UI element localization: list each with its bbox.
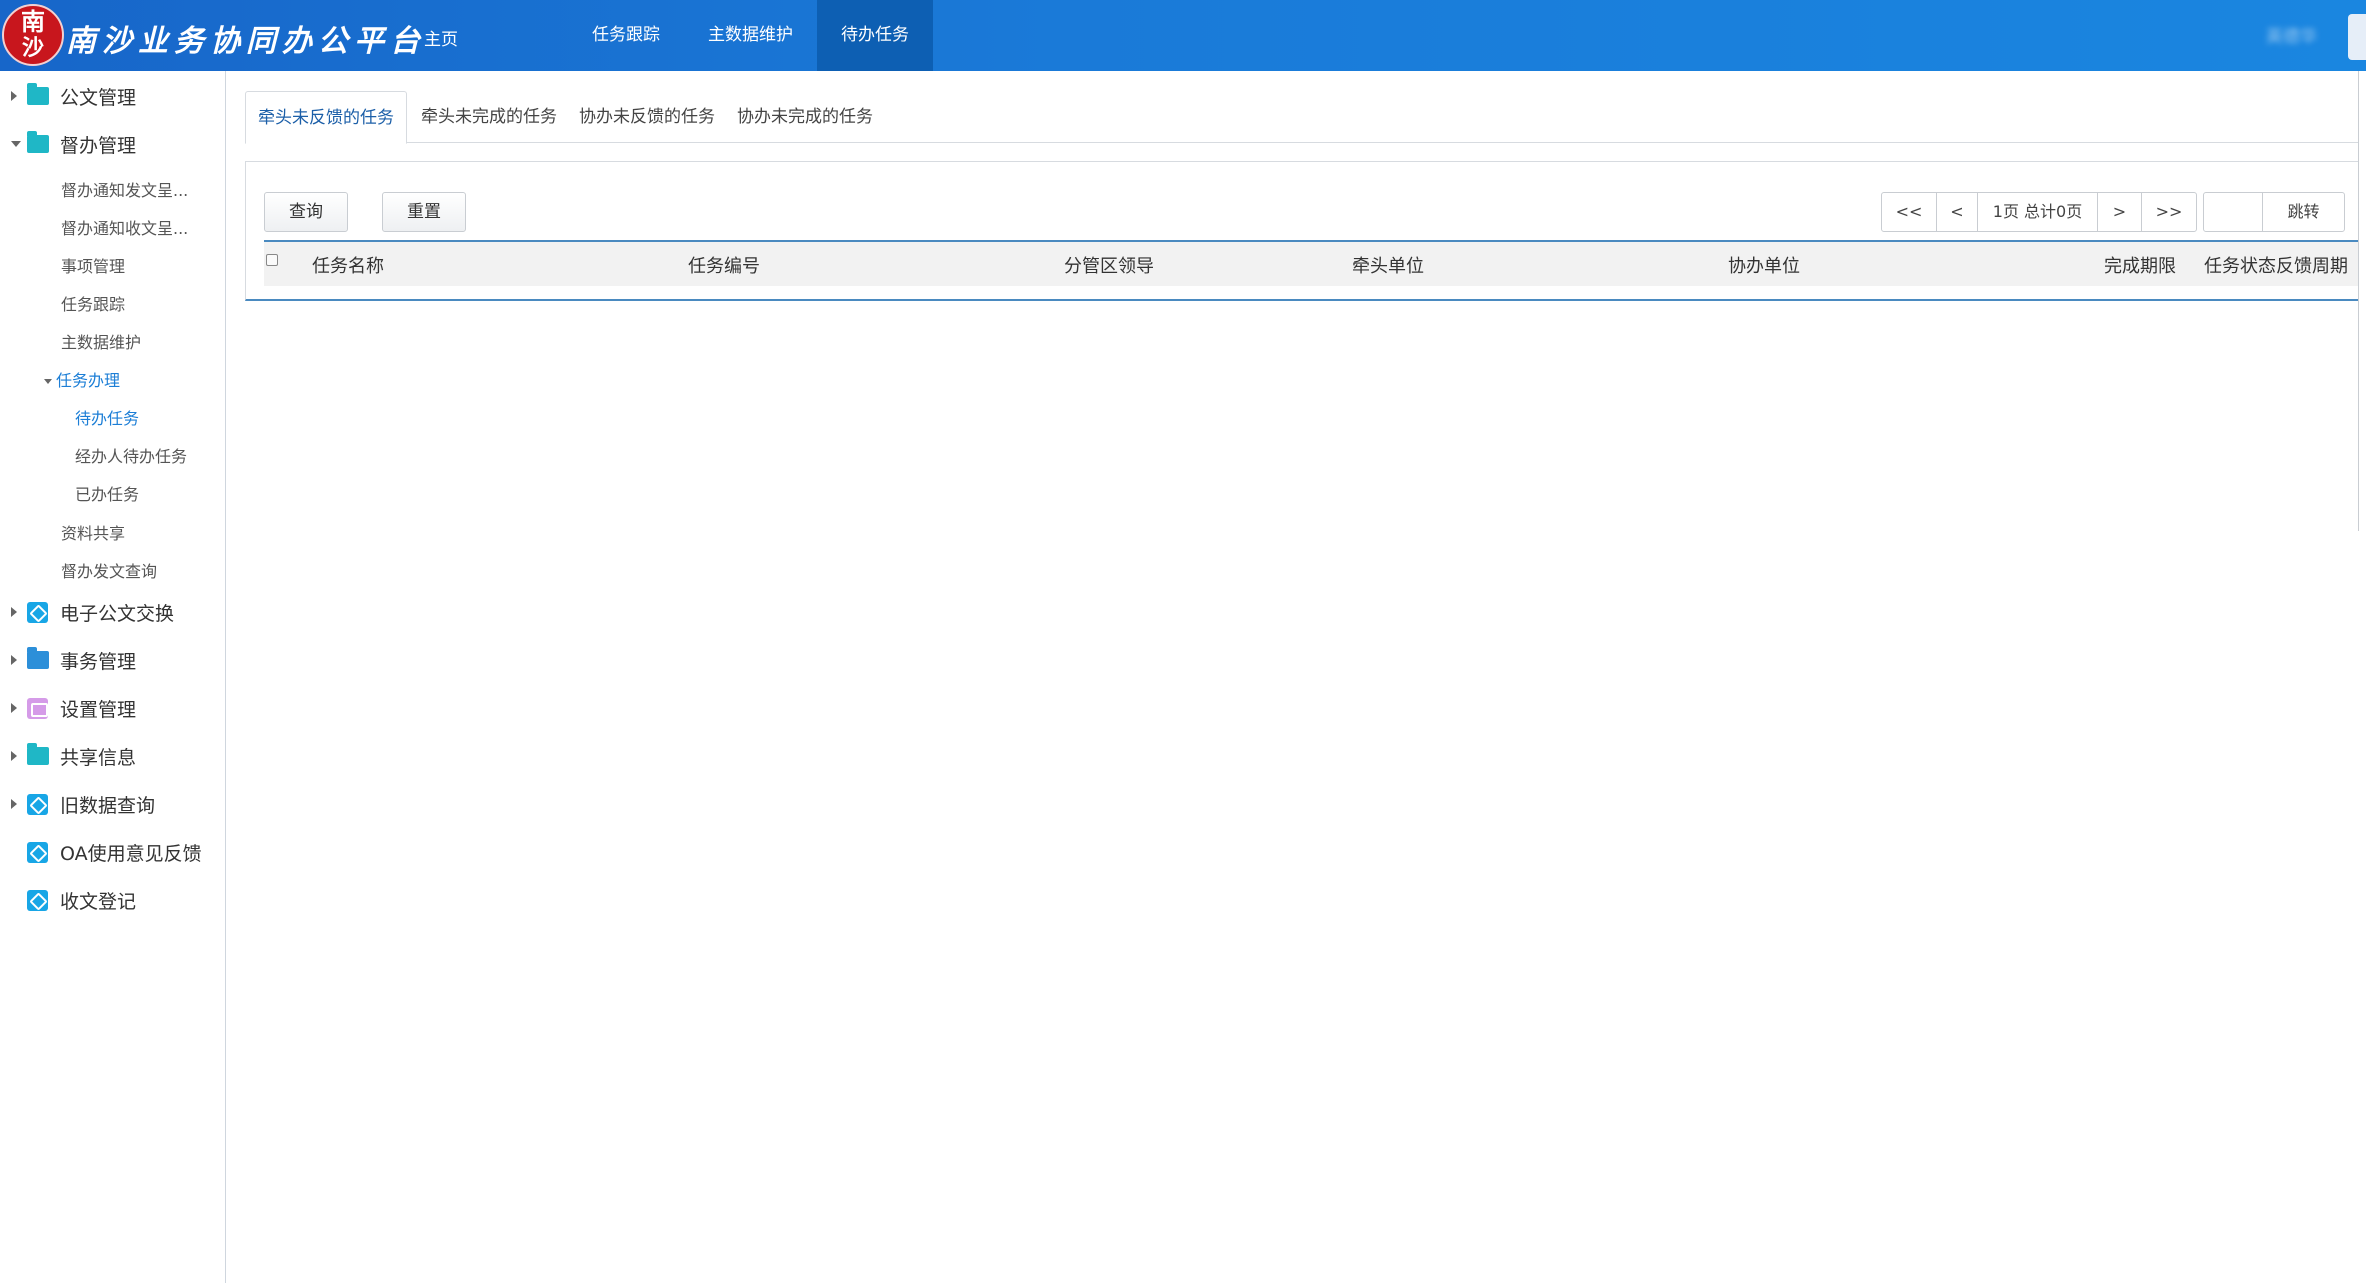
- sidebar-item-task-handling[interactable]: 任务办理: [44, 367, 120, 391]
- pager-last-button[interactable]: >>: [2141, 192, 2197, 232]
- tab-assist-unreported[interactable]: 协办未反馈的任务: [567, 91, 727, 143]
- sidebar-item-task-tracking[interactable]: 任务跟踪: [61, 291, 125, 315]
- task-panel: 查询 重置 << < 1页 总计0页 > >> 跳转 任务名称 任务编号 分管区…: [245, 161, 2366, 301]
- jump-button[interactable]: 跳转: [2262, 192, 2345, 232]
- sidebar-item-master-data[interactable]: 主数据维护: [61, 329, 141, 353]
- sidebar-group-receipt-registration[interactable]: 收文登记: [0, 878, 226, 922]
- nav-home-link[interactable]: 主页: [424, 25, 458, 50]
- sidebar-group-settings[interactable]: 设置管理: [0, 686, 226, 730]
- query-button[interactable]: 查询: [264, 192, 348, 232]
- sidebar-group-legacy-data[interactable]: 旧数据查询: [0, 782, 226, 826]
- sidebar-group-label: 旧数据查询: [60, 794, 156, 817]
- cube-icon: [27, 889, 48, 911]
- sidebar: 公文管理 督办管理 督办通知发文呈... 督办通知收文呈... 事项管理 任务跟…: [0, 71, 226, 1283]
- sidebar-group-label: 电子公文交换: [60, 602, 175, 625]
- sidebar-item-dispatch-notice[interactable]: 督办通知发文呈...: [61, 177, 188, 201]
- logo-text-2: 沙: [21, 35, 44, 61]
- sidebar-item-dispatch-query[interactable]: 督办发文查询: [61, 558, 157, 582]
- sidebar-item-label: 任务办理: [56, 371, 121, 390]
- app-title: 南沙业务协同办公平台: [66, 24, 426, 59]
- folder-icon: [27, 83, 49, 105]
- sidebar-item-matter-management[interactable]: 事项管理: [61, 253, 125, 277]
- column-header-assist-unit[interactable]: 协办单位: [1728, 252, 1800, 278]
- toolbar: 查询 重置 << < 1页 总计0页 > >> 跳转: [264, 180, 2358, 242]
- column-header-task-name[interactable]: 任务名称: [312, 252, 384, 278]
- column-header-deadline[interactable]: 完成期限: [2104, 252, 2176, 278]
- pager-next-button[interactable]: >: [2097, 192, 2142, 232]
- pager-prev-button[interactable]: <: [1936, 192, 1978, 232]
- sidebar-group-shared-info[interactable]: 共享信息: [0, 734, 226, 778]
- sidebar-group-label: OA使用意见反馈: [60, 842, 202, 865]
- sidebar-group-label: 设置管理: [60, 698, 137, 721]
- chevron-down-icon: [44, 379, 52, 384]
- nav-master-data[interactable]: 主数据维护: [684, 0, 817, 71]
- sidebar-group-supervision[interactable]: 督办管理: [0, 122, 226, 166]
- chevron-right-icon: [11, 91, 17, 101]
- cube-icon: [27, 793, 48, 815]
- sidebar-item-done-tasks[interactable]: 已办任务: [75, 481, 139, 505]
- sidebar-group-affairs[interactable]: 事务管理: [0, 638, 226, 682]
- tab-lead-unreported[interactable]: 牵头未反馈的任务: [245, 91, 407, 144]
- chevron-right-icon: [11, 799, 17, 809]
- sidebar-group-label: 督办管理: [60, 134, 137, 157]
- cube-icon: [27, 601, 48, 623]
- chevron-right-icon: [11, 655, 17, 665]
- sidebar-group-label: 收文登记: [60, 890, 137, 913]
- table-header: 任务名称 任务编号 分管区领导 牵头单位 协办单位 完成期限 任务状态反馈周期: [264, 242, 2358, 286]
- folder-icon: [27, 131, 49, 153]
- sidebar-item-data-sharing[interactable]: 资料共享: [61, 520, 125, 544]
- select-all-checkbox[interactable]: [266, 254, 278, 266]
- chevron-right-icon: [11, 607, 17, 617]
- sidebar-item-pending-tasks[interactable]: 待办任务: [75, 405, 139, 429]
- pager-first-button[interactable]: <<: [1881, 192, 1937, 232]
- user-avatar[interactable]: [2348, 14, 2366, 60]
- chevron-right-icon: [11, 703, 17, 713]
- vertical-scrollbar[interactable]: [2358, 71, 2366, 531]
- sidebar-group-label: 事务管理: [60, 650, 137, 673]
- sidebar-group-label: 共享信息: [60, 746, 137, 769]
- task-tabs: 牵头未反馈的任务 牵头未完成的任务 协办未反馈的任务 协办未完成的任务: [245, 91, 2366, 144]
- logo-text-1: 南: [21, 7, 45, 36]
- sidebar-group-label: 公文管理: [60, 86, 137, 109]
- folder-icon: [27, 743, 49, 765]
- top-nav: 任务跟踪 主数据维护 待办任务: [568, 0, 933, 71]
- chevron-right-icon: [11, 751, 17, 761]
- tab-lead-unfinished[interactable]: 牵头未完成的任务: [409, 91, 569, 143]
- sidebar-group-e-document-exchange[interactable]: 电子公文交换: [0, 590, 226, 634]
- top-header: 南 沙 南沙业务协同办公平台 主页 任务跟踪 主数据维护 待办任务 英德华: [0, 0, 2366, 71]
- chevron-down-icon: [11, 141, 21, 147]
- sidebar-group-documents[interactable]: 公文管理: [0, 74, 226, 118]
- cube-icon: [27, 841, 48, 863]
- column-header-feedback-cycle[interactable]: 任务状态反馈周期: [2204, 252, 2348, 278]
- main-content: 牵头未反馈的任务 牵头未完成的任务 协办未反馈的任务 协办未完成的任务 查询 重…: [227, 71, 2366, 1283]
- logo: 南 沙: [2, 4, 64, 66]
- nav-pending-tasks[interactable]: 待办任务: [817, 0, 933, 71]
- nav-task-tracking[interactable]: 任务跟踪: [568, 0, 684, 71]
- pager-info: 1页 总计0页: [1977, 192, 2098, 232]
- column-header-lead-unit[interactable]: 牵头单位: [1352, 252, 1424, 278]
- sidebar-item-receive-notice[interactable]: 督办通知收文呈...: [61, 215, 188, 239]
- reset-button[interactable]: 重置: [382, 192, 466, 232]
- sidebar-item-handler-pending[interactable]: 经办人待办任务: [75, 443, 187, 467]
- user-name[interactable]: 英德华: [2266, 22, 2317, 47]
- settings-icon: [27, 697, 48, 719]
- sidebar-group-oa-feedback[interactable]: OA使用意见反馈: [0, 830, 226, 874]
- column-header-district-leader[interactable]: 分管区领导: [1064, 252, 1154, 278]
- tab-assist-unfinished[interactable]: 协办未完成的任务: [725, 91, 885, 143]
- folder-icon: [27, 647, 49, 669]
- jump-page-input[interactable]: [2203, 192, 2263, 232]
- column-header-task-number[interactable]: 任务编号: [688, 252, 760, 278]
